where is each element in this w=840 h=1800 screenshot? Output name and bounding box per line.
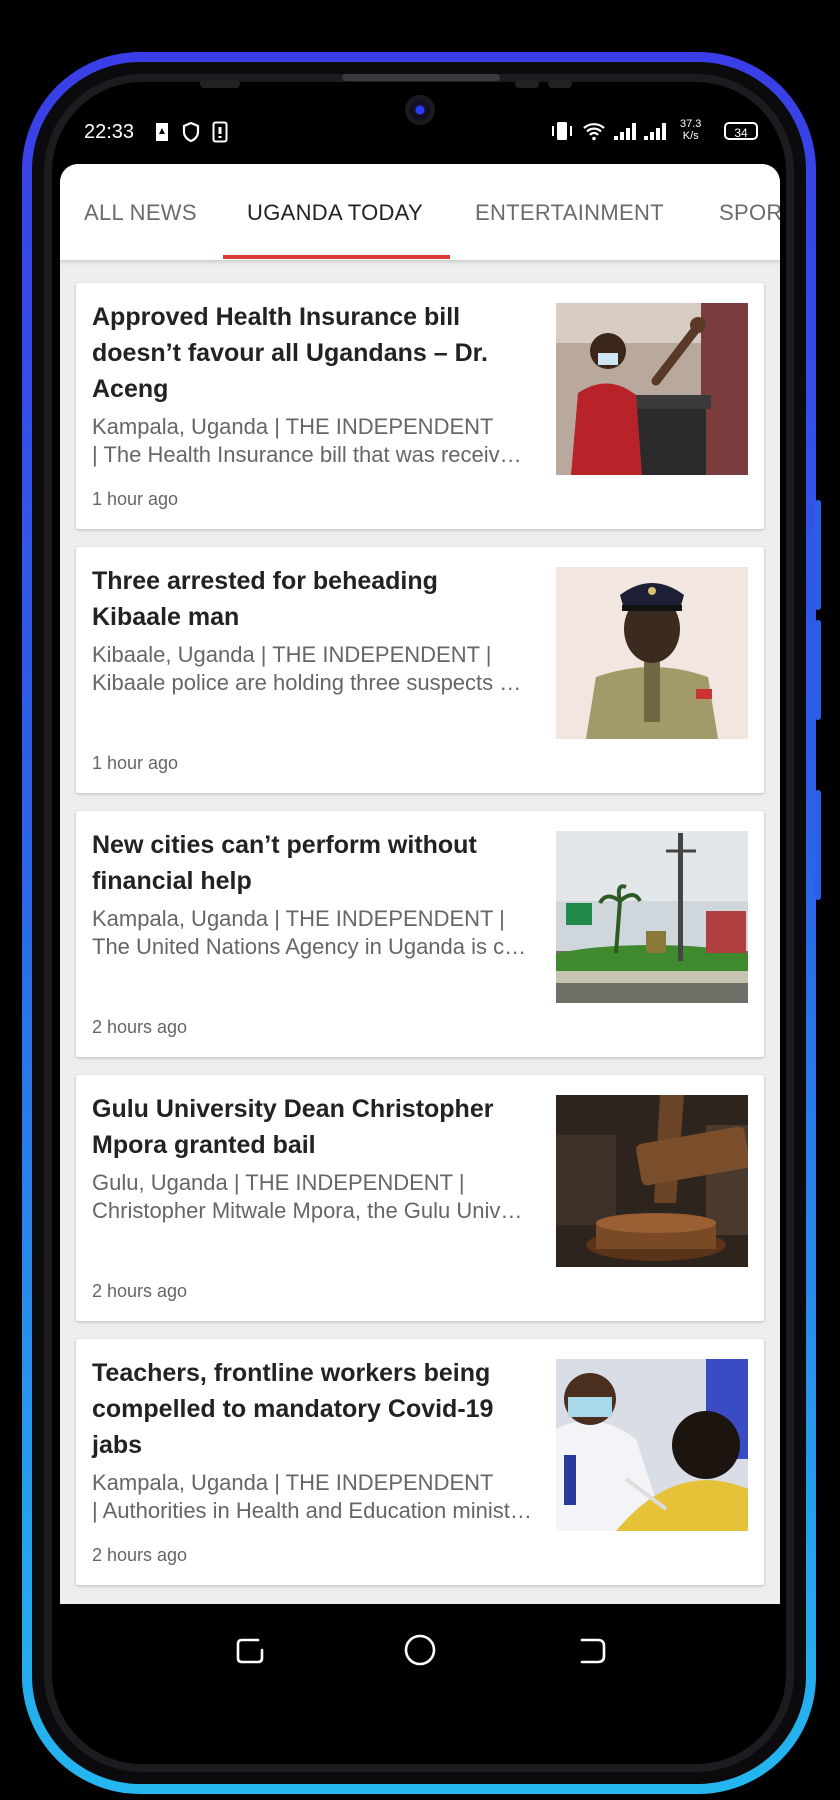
bezel-detail	[200, 80, 240, 88]
article-excerpt: Kibaale, Uganda | THE INDEPENDENT | Kibaa…	[92, 642, 532, 695]
shield-icon	[182, 122, 200, 142]
volume-button	[815, 620, 821, 720]
article-card[interactable]: Approved Health Insurance bill doesn’t f…	[76, 283, 764, 529]
article-card[interactable]: Teachers, frontline workers being compel…	[76, 1339, 764, 1585]
system-nav-bar	[60, 1604, 780, 1694]
signal-icon	[644, 122, 666, 140]
article-title: Teachers, frontline workers being compel…	[92, 1359, 494, 1459]
signal-icon	[614, 122, 636, 140]
back-icon[interactable]	[574, 1632, 610, 1668]
article-time: 2 hours ago	[92, 1017, 188, 1037]
power-button	[815, 790, 821, 900]
article-thumbnail[interactable]	[556, 1359, 748, 1531]
tab-all-news[interactable]: ALL NEWS	[84, 200, 197, 226]
article-card[interactable]: Gulu University Dean Christopher Mpora g…	[76, 1075, 764, 1321]
bezel-detail	[548, 80, 572, 88]
article-image	[556, 303, 748, 475]
status-time: 22:33	[84, 121, 135, 143]
tab-sports[interactable]: SPOR	[719, 200, 780, 226]
status-bar: 22:33 37.3 K/s 34	[60, 112, 780, 154]
news-app: ALL NEWS UGANDA TODAY ENTERTAINMENT SPOR…	[60, 164, 780, 1604]
article-excerpt: Kampala, Uganda | THE INDEPENDENT | Autho…	[92, 1470, 532, 1523]
article-image	[556, 831, 748, 1003]
article-time: 1 hour ago	[92, 489, 179, 509]
article-thumbnail[interactable]	[556, 567, 748, 739]
article-time: 2 hours ago	[92, 1281, 188, 1301]
article-title: Three arrested for beheading Kibaale man	[92, 567, 438, 631]
article-thumbnail[interactable]	[556, 831, 748, 1003]
phone-status-icon	[212, 121, 228, 143]
article-card[interactable]: Three arrested for beheading Kibaale man…	[76, 547, 764, 793]
article-thumbnail[interactable]	[556, 1095, 748, 1267]
home-icon[interactable]	[402, 1632, 438, 1668]
tab-entertainment[interactable]: ENTERTAINMENT	[475, 200, 664, 226]
article-image	[556, 1095, 748, 1267]
wifi-icon	[583, 123, 605, 141]
article-title: Approved Health Insurance bill doesn’t f…	[92, 303, 488, 403]
category-tabs: ALL NEWS UGANDA TODAY ENTERTAINMENT SPOR	[60, 164, 780, 260]
earpiece-speaker	[342, 74, 500, 81]
sd-card-icon	[156, 123, 168, 141]
network-speed: 37.3 K/s	[680, 118, 702, 142]
bezel-detail	[515, 80, 539, 88]
article-title: New cities can’t perform without financi…	[92, 831, 477, 895]
volume-button	[815, 500, 821, 610]
active-tab-indicator	[223, 255, 450, 259]
article-excerpt: Gulu, Uganda | THE INDEPENDENT | Christop…	[92, 1170, 532, 1223]
article-thumbnail[interactable]	[556, 303, 748, 475]
article-time: 2 hours ago	[92, 1545, 188, 1565]
vibrate-icon	[552, 122, 572, 140]
article-title: Gulu University Dean Christopher Mpora g…	[92, 1095, 494, 1159]
article-excerpt: Kampala, Uganda | THE INDEPENDENT | The U…	[92, 906, 532, 959]
article-time: 1 hour ago	[92, 753, 179, 773]
article-excerpt: Kampala, Uganda | THE INDEPENDENT | The H…	[92, 414, 532, 467]
battery-icon: 34	[724, 122, 758, 140]
tab-uganda-today[interactable]: UGANDA TODAY	[247, 200, 423, 226]
article-card[interactable]: New cities can’t perform without financi…	[76, 811, 764, 1057]
article-image	[556, 1359, 748, 1531]
recent-apps-icon[interactable]	[232, 1632, 268, 1668]
article-image	[556, 567, 748, 739]
